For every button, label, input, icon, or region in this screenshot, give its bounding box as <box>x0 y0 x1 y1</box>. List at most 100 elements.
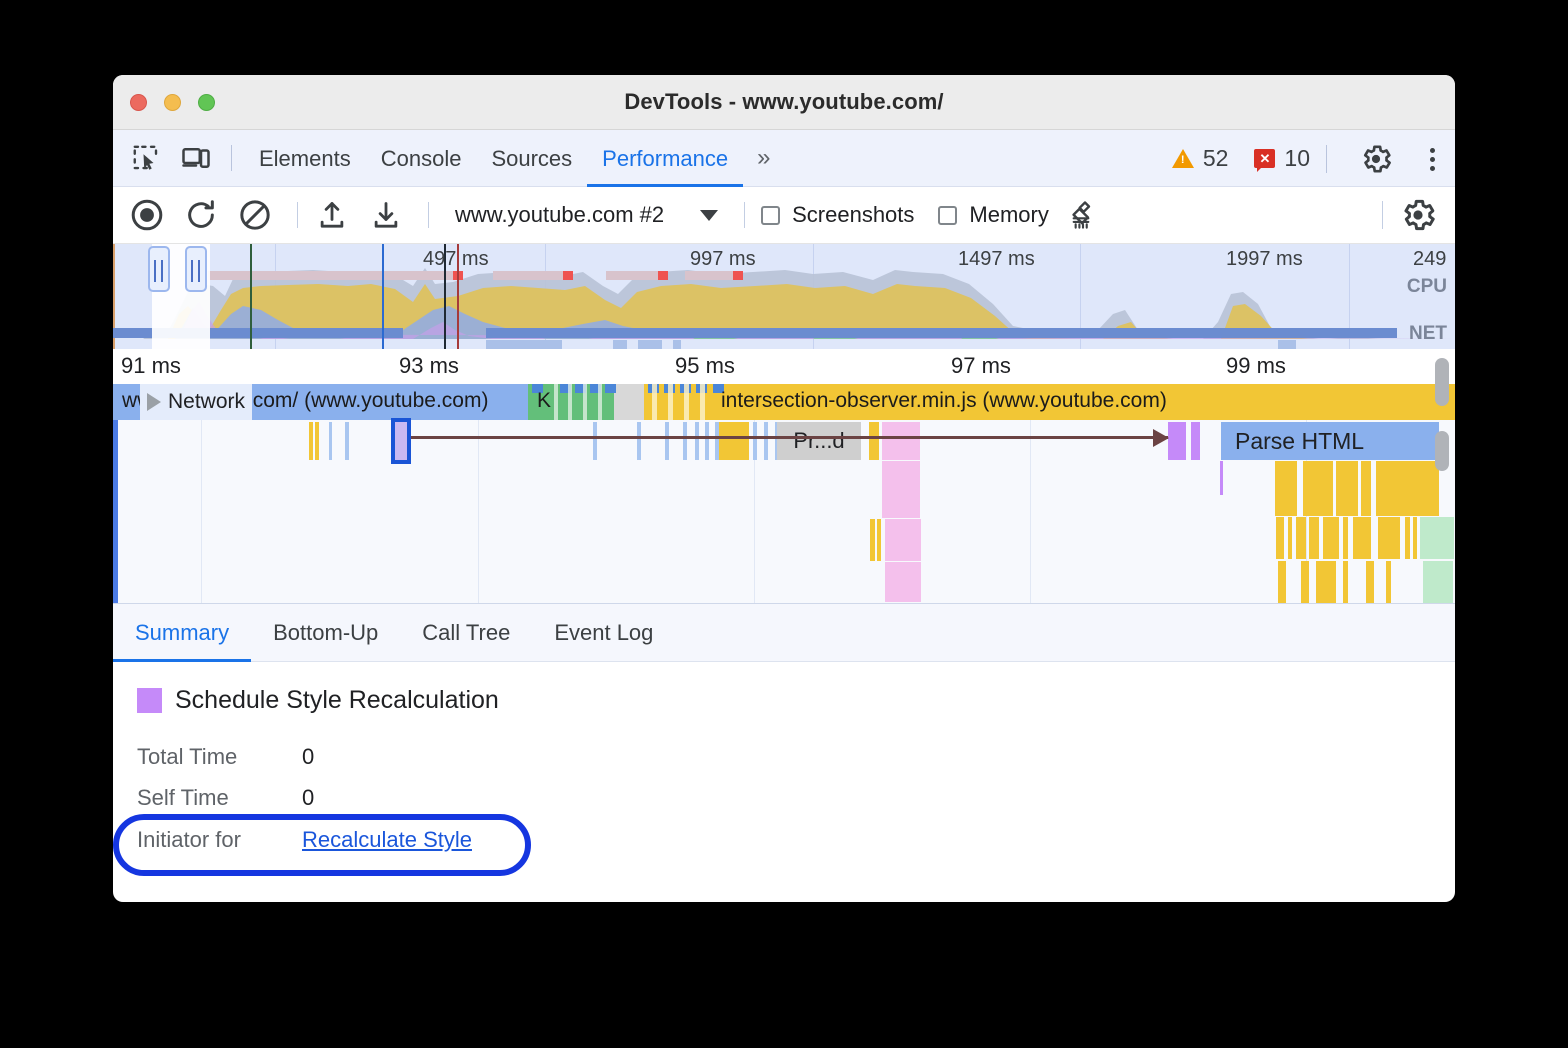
flame-event-parse-html[interactable]: Parse HTML <box>1221 422 1439 460</box>
flame-event[interactable] <box>593 422 597 460</box>
flame-event-recalculate-style[interactable] <box>1220 461 1223 495</box>
device-toolbar-icon[interactable] <box>179 141 213 175</box>
flame-event[interactable] <box>329 422 332 460</box>
flame-chart[interactable]: 91 ms 93 ms 95 ms 97 ms 99 ms <box>113 349 1455 604</box>
toolbar-divider <box>1382 201 1383 229</box>
errors-count: 10 <box>1284 145 1310 172</box>
save-profile-icon[interactable] <box>366 195 406 235</box>
errors-counter[interactable]: ✕ 10 <box>1254 145 1310 172</box>
flame-event[interactable] <box>870 519 875 561</box>
record-icon[interactable] <box>127 195 167 235</box>
flame-scrollbar-thumb[interactable] <box>1435 358 1449 406</box>
flame-event[interactable] <box>683 422 687 460</box>
flame-event[interactable] <box>1361 461 1371 516</box>
tab-sources[interactable]: Sources <box>476 130 587 187</box>
tab-call-tree[interactable]: Call Tree <box>400 604 532 662</box>
flame-event-recalc[interactable] <box>882 422 920 460</box>
flame-event[interactable] <box>1276 517 1284 559</box>
flame-event[interactable] <box>1376 461 1439 516</box>
screenshots-checkbox[interactable]: Screenshots <box>761 202 914 228</box>
flame-event[interactable] <box>1405 517 1410 559</box>
network-wait-stripe <box>583 384 587 420</box>
selected-flame-event[interactable] <box>391 418 411 464</box>
flame-event[interactable] <box>695 422 699 460</box>
flame-event[interactable] <box>309 422 313 460</box>
overview-cpu-label: CPU <box>1407 276 1447 298</box>
overview-resize-handle-left[interactable] <box>148 246 170 292</box>
flame-event[interactable] <box>665 422 669 460</box>
tab-bottom-up[interactable]: Bottom-Up <box>251 604 400 662</box>
flame-event[interactable] <box>1366 561 1374 603</box>
summary-key: Initiator for <box>137 827 302 853</box>
overview-frame-bar <box>606 271 658 280</box>
more-options-icon[interactable] <box>1430 144 1435 175</box>
flame-event[interactable] <box>1288 517 1292 559</box>
tab-summary[interactable]: Summary <box>113 604 251 662</box>
flame-event[interactable] <box>1353 517 1371 559</box>
session-dropdown[interactable]: www.youtube.com #2 <box>455 202 718 228</box>
flame-event[interactable] <box>764 422 768 460</box>
initiator-for-link[interactable]: Recalculate Style <box>302 827 472 853</box>
flame-event[interactable] <box>1296 517 1306 559</box>
flame-event-recalc[interactable] <box>885 519 921 561</box>
network-wait-stripe <box>684 384 689 420</box>
initiator-arrow-head <box>1153 429 1169 447</box>
tab-elements[interactable]: Elements <box>244 130 366 187</box>
flame-event[interactable] <box>1278 561 1286 603</box>
more-tabs-icon[interactable]: » <box>743 144 784 172</box>
reload-and-record-icon[interactable] <box>181 195 221 235</box>
flame-event[interactable] <box>753 422 757 460</box>
expand-triangle-icon[interactable] <box>147 393 161 411</box>
flame-event[interactable] <box>719 422 749 460</box>
flame-event[interactable] <box>315 422 319 460</box>
flame-event[interactable] <box>1275 461 1297 516</box>
flame-event[interactable] <box>1309 517 1319 559</box>
network-track-row[interactable]: www.youtube.com/ (www.youtube.com) K int… <box>113 384 1455 420</box>
flame-event-gc[interactable] <box>1420 517 1454 559</box>
timeline-overview[interactable]: 497 ms 997 ms 1497 ms 1997 ms 249 CPU NE… <box>113 244 1455 349</box>
flame-event[interactable] <box>345 422 349 460</box>
flame-event-recalculate-style[interactable] <box>1191 422 1200 460</box>
flame-event[interactable] <box>1378 517 1400 559</box>
flame-event[interactable] <box>1386 561 1391 603</box>
flame-event[interactable] <box>705 422 709 460</box>
flame-scrollbar-thumb[interactable] <box>1435 431 1449 471</box>
gear-icon[interactable] <box>1359 142 1393 181</box>
flame-event-recalculate-style[interactable] <box>1168 422 1186 460</box>
tab-performance[interactable]: Performance <box>587 130 743 187</box>
tab-event-log[interactable]: Event Log <box>532 604 675 662</box>
toolbar-divider <box>428 202 429 228</box>
flame-event[interactable] <box>637 422 641 460</box>
summary-row-total-time: Total Time 0 <box>137 744 314 770</box>
flame-event[interactable] <box>1336 461 1358 516</box>
summary-event-title: Schedule Style Recalculation <box>137 686 499 715</box>
inspect-element-icon[interactable] <box>129 141 163 175</box>
flame-event-truncated[interactable]: Pr...d <box>777 422 861 460</box>
ruler-tick-label: 97 ms <box>951 353 1011 379</box>
memory-checkbox[interactable]: Memory <box>938 202 1048 228</box>
flame-event[interactable] <box>1413 517 1417 559</box>
flame-event[interactable] <box>1316 561 1336 603</box>
flame-event[interactable] <box>1343 517 1348 559</box>
collect-garbage-icon[interactable] <box>1063 195 1103 235</box>
timeline-ruler[interactable]: 91 ms 93 ms 95 ms 97 ms 99 ms <box>113 349 1455 384</box>
overview-resize-handle-right[interactable] <box>185 246 207 292</box>
flame-event-gc[interactable] <box>1423 561 1453 603</box>
flame-event-recalc[interactable] <box>885 562 921 602</box>
flame-event[interactable] <box>1323 517 1339 559</box>
network-track-header[interactable]: Network <box>140 384 252 420</box>
flame-event[interactable] <box>1303 461 1333 516</box>
flame-event[interactable] <box>869 422 879 460</box>
clear-icon[interactable] <box>235 195 275 235</box>
overview-network-bar <box>1278 340 1296 349</box>
capture-settings-icon[interactable] <box>1399 196 1437 239</box>
flame-event[interactable] <box>1343 561 1348 603</box>
devtools-window: DevTools - www.youtube.com/ Elements Con… <box>113 75 1455 902</box>
flame-event[interactable] <box>877 519 881 561</box>
flame-event[interactable] <box>1301 561 1309 603</box>
tab-console[interactable]: Console <box>366 130 477 187</box>
flame-event-recalc[interactable] <box>882 461 920 518</box>
warnings-counter[interactable]: 52 <box>1172 145 1229 172</box>
load-profile-icon[interactable] <box>312 195 352 235</box>
kebab-dot <box>1430 148 1435 153</box>
